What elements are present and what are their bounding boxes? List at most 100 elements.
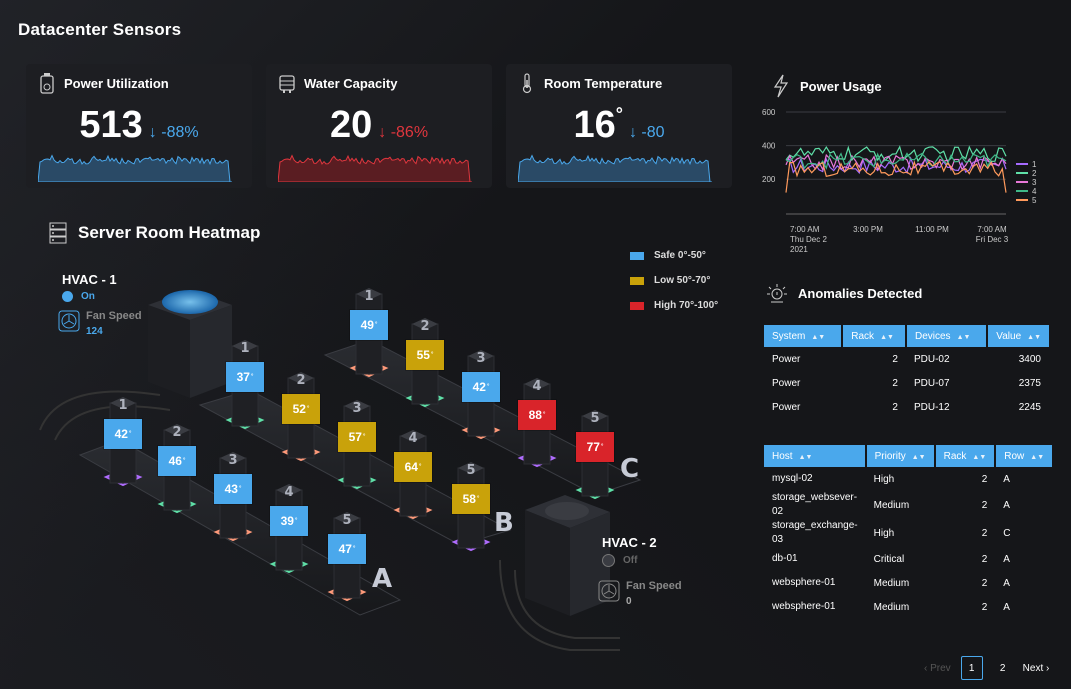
- legend-label: 4: [1032, 187, 1037, 196]
- table-cell: High: [873, 473, 895, 485]
- y-tick-label: 600: [762, 108, 776, 117]
- table-cell: 2: [892, 401, 898, 413]
- sensor-reading[interactable]: 55 °: [406, 340, 444, 370]
- table-cell: websphere-01: [772, 577, 836, 588]
- kpi-title: Room Temperature: [544, 75, 663, 91]
- table-cell: Medium: [873, 499, 910, 511]
- sensor-reading[interactable]: 39 °: [270, 506, 308, 536]
- page-button-2[interactable]: 2: [993, 657, 1013, 679]
- anomalies-title: Anomalies Detected: [766, 282, 922, 304]
- x-tick-label: 7:00 AM: [977, 225, 1007, 234]
- kpi-delta: ↓ -88%: [148, 124, 199, 141]
- table-cell: 2245: [1018, 401, 1041, 413]
- column-header-system[interactable]: System ▲▼: [764, 325, 844, 347]
- hvac-1-status: On: [81, 291, 95, 302]
- sensor-reading[interactable]: 46 °: [158, 446, 196, 476]
- water-tank-icon: [279, 75, 295, 93]
- table-cell: 3400: [1018, 353, 1041, 365]
- table-cell: db-01: [772, 553, 798, 564]
- column-header-value[interactable]: Value ▲▼: [987, 325, 1049, 347]
- table-cell: PDU-07: [913, 377, 950, 389]
- sensor-reading[interactable]: 77 °: [576, 432, 614, 462]
- x-tick-label: 7:00 AM: [790, 225, 820, 234]
- table-row[interactable]: websphere-01 Medium 2 A: [764, 571, 1052, 595]
- kpi-value: 16°: [573, 104, 623, 146]
- host-anomalies-table: Host ▲▼ Priority ▲▼ Rack ▲▼ Row ▲▼ mysql-02 H…: [764, 445, 1053, 619]
- hvac-2-status: Off: [623, 555, 638, 566]
- column-header-priority[interactable]: Priority ▲▼: [865, 445, 936, 467]
- table-row[interactable]: storage_websever-02 Medium 2 A: [764, 491, 1052, 519]
- column-header-host[interactable]: Host ▲▼: [764, 445, 867, 467]
- table-row[interactable]: websphere-01 Medium 2 A: [764, 595, 1052, 619]
- hvac-1-fan: Fan Speed 124: [58, 310, 142, 337]
- legend-swatch: [630, 276, 644, 285]
- sensor-reading[interactable]: 64 °: [394, 452, 432, 482]
- x-tick-label: Thu Dec 2: [790, 235, 827, 244]
- x-tick-label: 2021: [790, 245, 808, 254]
- table-cell: 2: [981, 577, 988, 589]
- battery-icon: [40, 73, 54, 94]
- pagination: ‹ Prev 1 2 Next ›: [924, 656, 1049, 680]
- kpi-card-water: Water Capacity 20 ↓ -86%: [266, 64, 492, 188]
- column-header-devices[interactable]: Devices ▲▼: [905, 325, 989, 347]
- page-button-1[interactable]: 1: [960, 656, 983, 680]
- sensor-reading[interactable]: 42 °: [104, 419, 142, 449]
- hvac-2-name: HVAC - 2: [602, 535, 657, 550]
- table-row[interactable]: Power 2 PDU-02 3400: [764, 347, 1049, 371]
- table-cell: Power: [772, 377, 801, 389]
- kpi-sparkline: [518, 154, 712, 182]
- y-tick-label: 400: [762, 142, 776, 151]
- sensor-reading[interactable]: 47 °: [328, 534, 366, 564]
- row-label-c: C: [620, 454, 640, 484]
- table-row[interactable]: Power 2 PDU-07 2375: [764, 371, 1049, 395]
- table-cell: A: [1003, 499, 1010, 511]
- sensor-number: 4: [408, 431, 417, 446]
- prev-page-button[interactable]: ‹ Prev: [924, 663, 951, 674]
- sensor-number: 4: [532, 379, 541, 394]
- sensor-reading[interactable]: 52 °: [282, 394, 320, 424]
- table-row[interactable]: Power 2 PDU-12 2245: [764, 395, 1049, 419]
- sensor-reading[interactable]: 42 °: [462, 372, 500, 402]
- kpi-title: Power Utilization: [64, 75, 169, 91]
- legend-swatch: [630, 251, 644, 260]
- kpi-card-temperature: Room Temperature 16° ↓ -80: [506, 64, 732, 188]
- sensor-reading[interactable]: 57 °: [338, 422, 376, 452]
- legend-label: 5: [1032, 196, 1037, 205]
- column-header-rack[interactable]: Rack ▲▼: [934, 445, 997, 467]
- table-cell: websphere-01: [772, 601, 836, 612]
- next-page-button[interactable]: Next ›: [1023, 663, 1050, 674]
- status-dot: [62, 291, 73, 302]
- lightning-icon: [773, 74, 789, 98]
- sensor-reading[interactable]: 58 °: [452, 484, 490, 514]
- table-cell: 2: [892, 353, 898, 365]
- table-row[interactable]: db-01 Critical 2 A: [764, 547, 1052, 571]
- sensor-reading[interactable]: 49 °: [350, 310, 388, 340]
- sensor-reading[interactable]: 37 °: [226, 362, 264, 392]
- sensor-number: 5: [590, 411, 599, 426]
- kpi-sparkline: [38, 154, 232, 182]
- fan-icon: [58, 310, 80, 332]
- table-row[interactable]: mysql-02 High 2 A: [764, 467, 1052, 491]
- y-tick-label: 200: [762, 175, 776, 184]
- hvac-2-fan: Fan Speed 0: [598, 580, 682, 607]
- column-header-rack[interactable]: Rack ▲▼: [842, 325, 907, 347]
- legend-item: Low 50°-70°: [630, 275, 718, 286]
- table-cell: A: [1003, 601, 1010, 613]
- table-cell: mysql-02: [772, 473, 813, 484]
- sensor-reading[interactable]: 88 °: [518, 400, 556, 430]
- sensor-number: 5: [466, 463, 475, 478]
- table-cell: PDU-02: [913, 353, 950, 365]
- sensor-number: 2: [296, 373, 305, 388]
- legend-swatch: [630, 301, 644, 310]
- power-anomalies-table: System ▲▼ Rack ▲▼ Devices ▲▼ Value ▲▼ Power 2…: [764, 325, 1049, 419]
- table-cell: 2: [981, 553, 988, 565]
- hvac-1-name: HVAC - 1: [62, 272, 117, 287]
- sensor-reading[interactable]: 43 °: [214, 474, 252, 504]
- table-row[interactable]: storage_exchange-03 High 2 C: [764, 519, 1052, 547]
- table-cell: storage_websever-02: [772, 492, 858, 517]
- column-header-row[interactable]: Row ▲▼: [995, 445, 1053, 467]
- kpi-value: 513: [79, 104, 143, 146]
- power-usage-chart: 6004002007:00 AMThu Dec 220213:00 PM 11:0…: [762, 108, 1037, 254]
- row-label-a: A: [372, 564, 393, 594]
- kpi-sparkline: [278, 154, 472, 182]
